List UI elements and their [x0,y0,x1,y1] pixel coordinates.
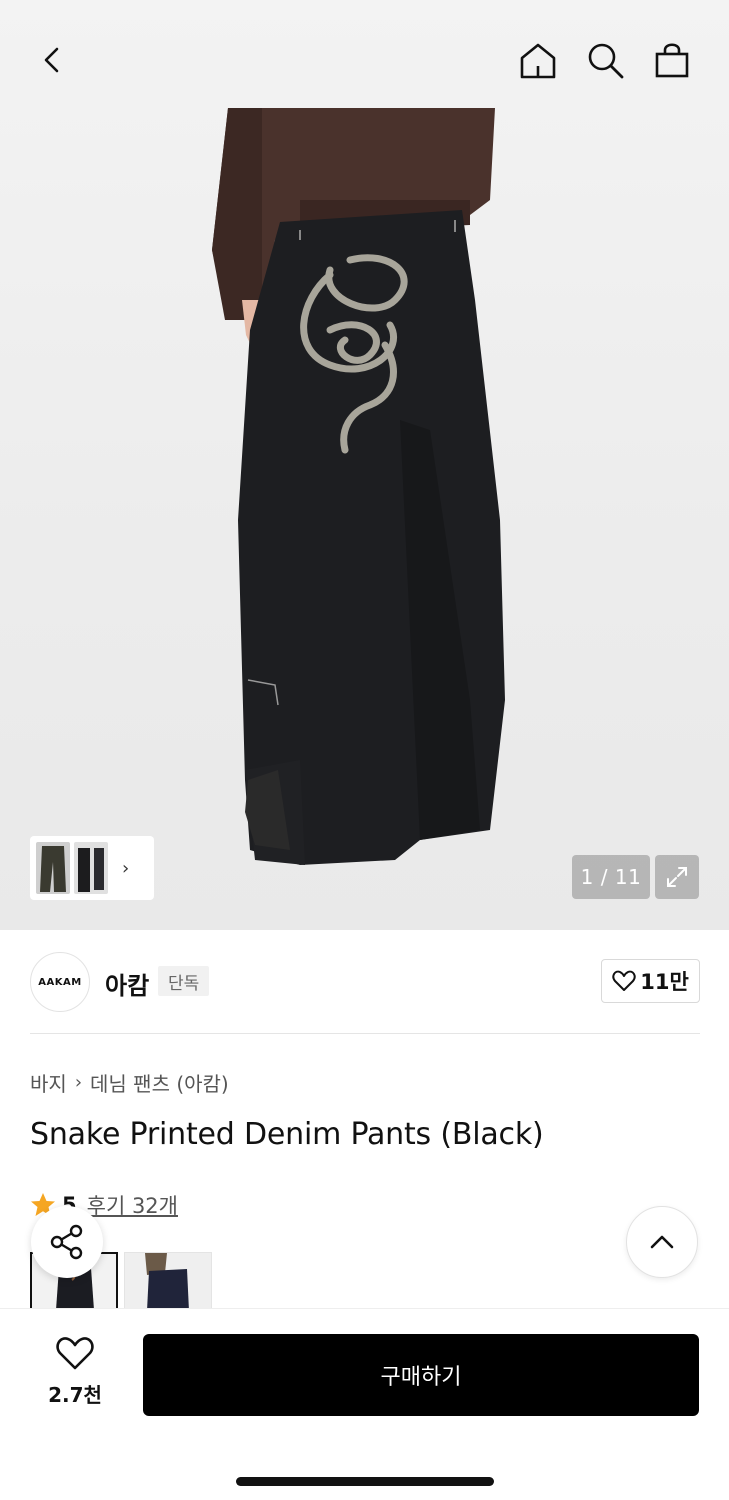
breadcrumb: 바지 › 데님 팬츠 (아캄) [30,1068,229,1097]
product-title: Snake Printed Denim Pants (Black) [30,1117,544,1152]
back-button[interactable] [28,36,76,84]
search-button[interactable] [581,36,629,84]
brand-like-button[interactable]: 11만 [601,959,700,1003]
breadcrumb-subcategory[interactable]: 데님 팬츠 (아캄) [90,1068,229,1097]
breadcrumb-category[interactable]: 바지 [30,1068,67,1097]
buy-button[interactable]: 구매하기 [143,1334,699,1416]
thumbnail-image[interactable] [74,842,108,894]
thumbnail-strip[interactable]: › [30,836,154,900]
product-image-gallery[interactable]: › 1 / 11 [0,0,729,930]
brand-row: AAKAM 아캄 단독 11만 [30,950,700,1014]
heart-icon [56,1337,94,1370]
divider [30,1033,700,1034]
shopping-bag-icon [655,43,689,78]
variant-thumbnail[interactable] [124,1252,212,1310]
thumbnail-next-icon[interactable]: › [122,858,129,879]
expand-button[interactable] [655,855,699,899]
brand-name[interactable]: 아캄 [105,966,149,1001]
image-counter: 1 / 11 [572,855,650,899]
home-button[interactable] [514,36,562,84]
home-icon [520,43,556,79]
wishlist-button[interactable]: 2.7천 [40,1335,110,1408]
share-button[interactable] [31,1206,103,1278]
chevron-left-icon [44,47,59,73]
brand-like-count: 11만 [640,970,689,994]
scroll-top-button[interactable] [626,1206,698,1278]
brand-logo[interactable]: AAKAM [30,952,90,1012]
chevron-right-icon: › [74,1072,83,1093]
product-photo [212,108,505,865]
shopping-bag-button[interactable] [648,36,696,84]
share-icon [50,1224,83,1260]
top-navigation [0,0,729,120]
expand-icon [667,867,687,887]
home-indicator [236,1477,494,1486]
search-icon [588,43,624,79]
heart-icon [612,970,636,991]
wishlist-count: 2.7천 [48,1383,102,1407]
chevron-up-icon [650,1235,674,1249]
bottom-action-bar: 2.7천 구매하기 [0,1308,729,1500]
review-count-link[interactable]: 후기 32개 [87,1190,178,1220]
thumbnail-image[interactable] [36,842,70,894]
exclusive-badge: 단독 [158,966,210,996]
